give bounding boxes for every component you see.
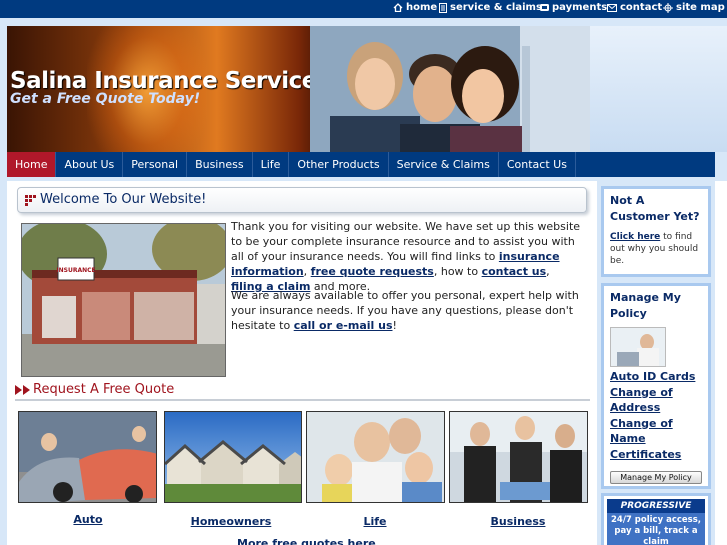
nav-item-other-products[interactable]: Other Products [289,152,389,177]
sitemap-icon [663,2,673,13]
nav-item-about-us[interactable]: About Us [56,152,124,177]
home-icon [393,3,403,12]
double-arrow-icon [15,385,30,395]
manage-policy-title: Manage My Policy [610,291,681,320]
site-header: Salina Insurance Services Get a Free Quo… [7,26,590,152]
progressive-logo: PROGRESSIVE [607,499,705,513]
document-icon [439,2,447,13]
main-nav: Home About Us Personal Business Life Oth… [7,152,715,177]
auto-id-cards-link[interactable]: Auto ID Cards [610,369,702,385]
more-free-quotes-link[interactable]: More free quotes here [237,537,376,545]
welcome-paragraph-2: We are always available to offer you per… [231,289,579,332]
top-link-service-claims[interactable]: service & claims [439,2,542,13]
homeowners-quote-photo[interactable] [164,411,302,503]
top-utility-bar: home service & claims payments contact s… [0,0,727,18]
office-building-photo: INSURANCE [21,223,226,377]
nav-item-personal[interactable]: Personal [123,152,188,177]
auto-quote-link[interactable]: Auto [69,513,107,526]
woman-laptop-photo [610,327,666,367]
life-quote-photo[interactable] [306,411,445,503]
top-link-payments[interactable]: payments [540,2,607,13]
envelope-icon [607,3,617,12]
business-quote-photo[interactable] [449,411,588,503]
auto-quote-photo[interactable] [18,411,157,503]
change-of-address-link[interactable]: Change of Address [610,385,702,416]
manage-my-policy-button[interactable]: Manage My Policy [610,471,702,484]
not-a-customer-title: Not A Customer Yet? [610,194,700,223]
header-side-panel [590,26,727,152]
nav-item-life[interactable]: Life [253,152,290,177]
office-sign-text: INSURANCE [56,267,95,274]
not-a-customer-box: Not A Customer Yet? Click here to find o… [601,186,711,277]
grid-bullet-icon [25,195,36,206]
contact-us-link[interactable]: contact us [482,265,547,278]
call-or-email-link[interactable]: call or e-mail us [294,319,393,332]
family-photo [310,26,590,152]
change-of-name-certificates-link[interactable]: Change of Name Certificates [610,416,702,463]
homeowners-quote-link[interactable]: Homeowners [186,515,276,528]
main-content: Welcome To Our Website! INSURANCE Thank … [7,181,597,545]
progressive-ad[interactable]: PROGRESSIVE 24/7 policy access, pay a bi… [601,493,711,545]
payment-icon [540,4,549,11]
free-quote-requests-link[interactable]: free quote requests [311,265,434,278]
right-scroll-edge [715,181,727,545]
manage-my-policy-box: Manage My Policy Auto ID Cards Change of… [601,283,711,489]
not-a-customer-text: Click here to find out why you should be… [610,232,699,266]
top-link-site-map[interactable]: site map [663,2,725,13]
site-tagline: Get a Free Quote Today! [10,91,201,107]
top-link-contact[interactable]: contact [607,2,662,13]
nav-item-service-claims[interactable]: Service & Claims [389,152,499,177]
nav-item-home[interactable]: Home [7,152,57,177]
welcome-header-box: Welcome To Our Website! [17,187,587,213]
click-here-link[interactable]: Click here [610,232,660,242]
business-quote-link[interactable]: Business [488,515,548,528]
nav-item-business[interactable]: Business [187,152,253,177]
request-quote-heading: Request A Free Quote [15,381,590,401]
welcome-title: Welcome To Our Website! [40,192,207,207]
nav-item-contact-us[interactable]: Contact Us [499,152,576,177]
welcome-paragraph-1: Thank you for visiting our website. We h… [231,220,581,293]
life-quote-link[interactable]: Life [357,515,393,528]
progressive-text: 24/7 policy access, pay a bill, track a … [607,513,705,545]
top-link-home[interactable]: home [393,2,437,13]
